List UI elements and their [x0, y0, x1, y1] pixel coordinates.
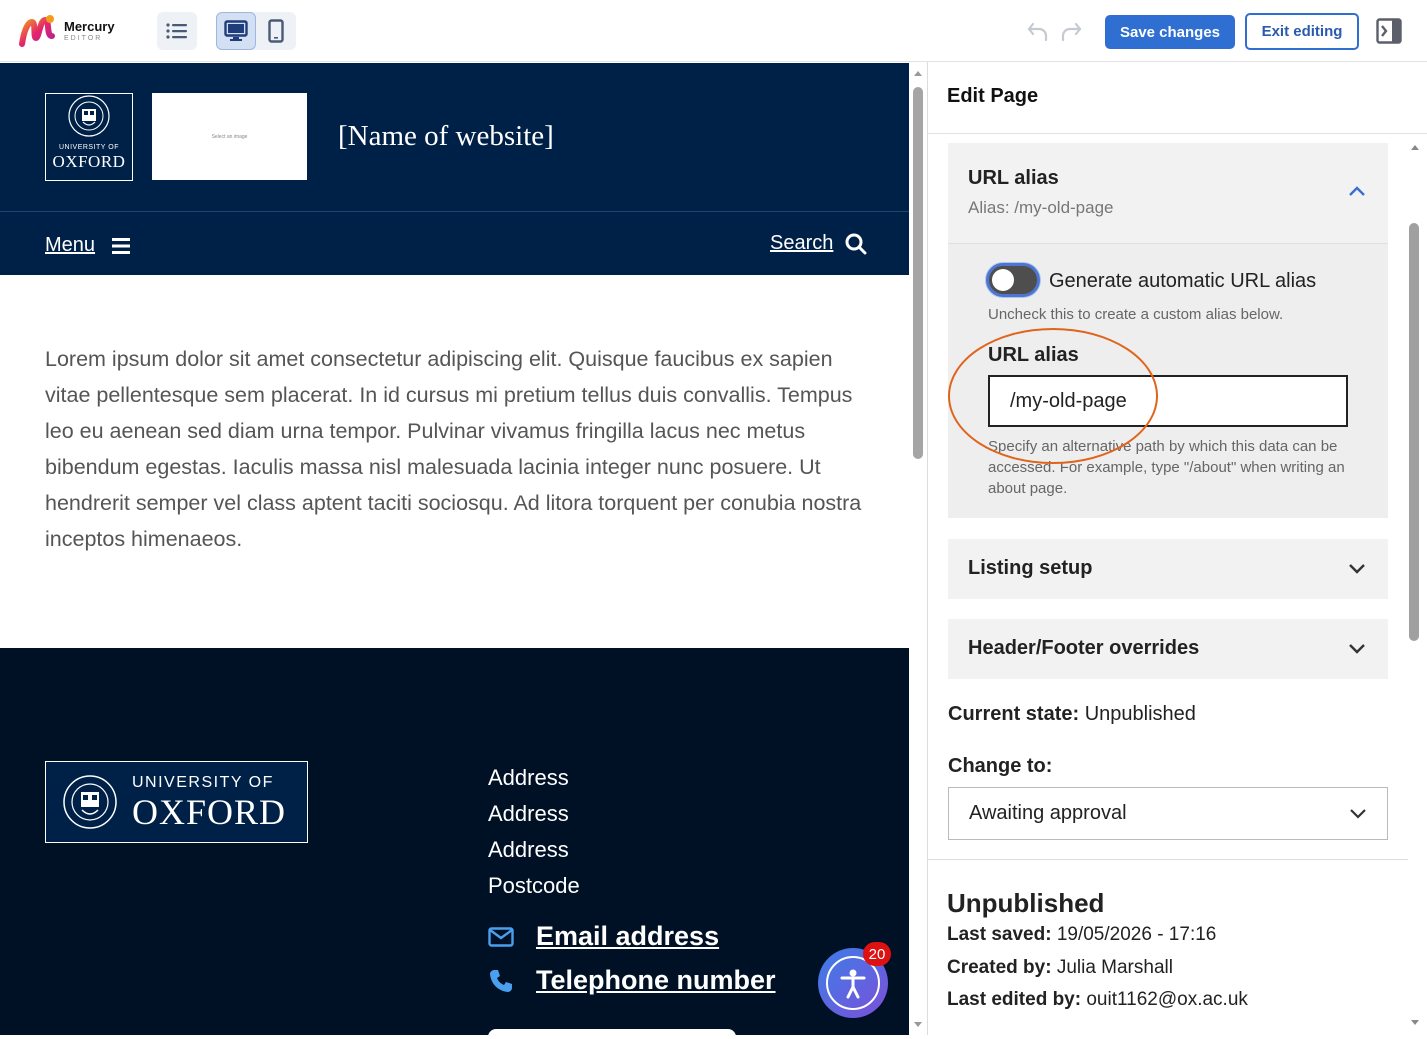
current-state: Current state: Unpublished	[948, 703, 1196, 726]
sidebar-toggle-icon[interactable]	[1376, 18, 1402, 44]
current-state-label: Current state:	[948, 703, 1080, 725]
url-alias-accordion[interactable]: URL alias Alias: /my-old-page	[948, 143, 1388, 243]
editor-toolbar: Mercury EDITOR Save changes Exit editing	[0, 0, 1427, 62]
sidebar-scrollbar[interactable]	[1409, 134, 1427, 1034]
status-title: Unpublished	[947, 888, 1105, 918]
accessibility-issue-count: 20	[863, 942, 891, 966]
footer-button-edge[interactable]	[488, 1029, 736, 1039]
sidebar-scroll-thumb[interactable]	[1409, 223, 1419, 641]
mercury-logo: Mercury EDITOR	[18, 12, 115, 50]
listing-setup-title: Listing setup	[968, 557, 1093, 579]
auto-alias-toggle[interactable]	[986, 263, 1040, 297]
menu-label: Menu	[45, 234, 96, 256]
divider	[928, 859, 1408, 860]
outline-button[interactable]	[157, 12, 197, 50]
undo-icon[interactable]	[1027, 20, 1049, 42]
created-by-label: Created by:	[947, 957, 1052, 978]
footer-oxford-logo[interactable]: UNIVERSITY OF OXFORD	[45, 761, 308, 843]
oxford-seal-icon	[63, 775, 117, 829]
telephone-link[interactable]: Telephone number	[488, 965, 776, 996]
last-edited-by: Last edited by: ouit1162@ox.ac.uk	[947, 989, 1248, 1011]
mercury-logo-icon	[19, 15, 55, 47]
change-to-select[interactable]: Awaiting approval	[948, 787, 1388, 840]
save-changes-button[interactable]: Save changes	[1105, 15, 1235, 49]
change-to-label: Change to:	[948, 755, 1053, 777]
url-alias-title: URL alias	[968, 167, 1059, 189]
url-alias-panel: Generate automatic URL alias Uncheck thi…	[948, 243, 1388, 518]
preview-scrollbar[interactable]	[909, 63, 927, 1035]
created-by: Created by: Julia Marshall	[947, 957, 1173, 979]
chevron-down-icon	[1350, 809, 1366, 819]
header-footer-title: Header/Footer overrides	[968, 637, 1200, 659]
page-preview: UNIVERSITY OF OXFORD Select an image [Na…	[0, 63, 909, 1035]
desktop-icon	[224, 20, 248, 41]
scroll-up-icon	[1411, 145, 1419, 150]
exit-editing-button[interactable]: Exit editing	[1245, 13, 1359, 50]
body-paragraph[interactable]: Lorem ipsum dolor sit amet consectetur a…	[45, 341, 865, 557]
url-alias-input[interactable]	[988, 375, 1348, 427]
last-edited-label: Last edited by:	[947, 989, 1082, 1010]
site-navigation: Menu Search	[0, 211, 909, 275]
app-name: Mercury	[64, 19, 115, 34]
last-saved-label: Last saved:	[947, 924, 1052, 945]
crest-big-text: OXFORD	[52, 152, 126, 171]
phone-icon	[490, 969, 512, 992]
preview-scroll-thumb[interactable]	[913, 87, 923, 459]
search-label: Search	[770, 232, 834, 254]
footer-logo-small: UNIVERSITY OF	[132, 774, 274, 791]
desktop-view-button[interactable]	[216, 12, 256, 50]
accessibility-icon	[840, 969, 866, 999]
tablet-icon	[268, 19, 284, 43]
search-link[interactable]: Search	[770, 232, 867, 255]
site-header: UNIVERSITY OF OXFORD Select an image [Na…	[0, 63, 909, 211]
email-label: Email address	[536, 921, 720, 951]
address-line: Address	[488, 837, 569, 862]
envelope-icon	[488, 926, 514, 947]
auto-alias-label: Generate automatic URL alias	[1049, 270, 1317, 292]
oxford-crest-logo[interactable]: UNIVERSITY OF OXFORD	[45, 93, 133, 181]
site-title[interactable]: [Name of website]	[338, 120, 554, 153]
tablet-view-button[interactable]	[256, 12, 296, 50]
hamburger-icon	[112, 237, 131, 254]
site-image-placeholder[interactable]: Select an image	[152, 93, 307, 180]
url-alias-help: Specify an alternative path by which thi…	[988, 438, 1345, 497]
scroll-down-icon	[914, 1022, 922, 1027]
chevron-down-icon	[1349, 564, 1365, 574]
telephone-label: Telephone number	[536, 965, 776, 995]
redo-icon[interactable]	[1060, 20, 1082, 42]
listing-setup-accordion[interactable]: Listing setup	[948, 539, 1388, 599]
address-line: Address	[488, 765, 569, 790]
last-saved-value: 19/05/2026 - 17:16	[1056, 924, 1217, 945]
chevron-up-icon	[1349, 186, 1365, 196]
header-footer-accordion[interactable]: Header/Footer overrides	[948, 619, 1388, 679]
last-edited-value: ouit1162@ox.ac.uk	[1086, 989, 1248, 1010]
auto-alias-help: Uncheck this to create a custom alias be…	[988, 306, 1284, 323]
scroll-up-icon	[914, 71, 922, 76]
current-state-value: Unpublished	[1084, 703, 1196, 725]
footer-logo-big: OXFORD	[132, 792, 287, 832]
created-by-value: Julia Marshall	[1056, 957, 1173, 978]
postcode-line: Postcode	[488, 873, 580, 898]
device-switcher	[216, 12, 296, 50]
chevron-down-icon	[1349, 644, 1365, 654]
last-saved: Last saved: 19/05/2026 - 17:16	[947, 924, 1216, 946]
menu-link[interactable]: Menu	[45, 234, 131, 257]
email-link[interactable]: Email address	[488, 921, 719, 952]
change-to-value: Awaiting approval	[969, 802, 1127, 824]
app-subtitle: EDITOR	[64, 35, 103, 42]
crest-small-text: UNIVERSITY OF	[58, 144, 120, 151]
oxford-seal-icon	[68, 95, 110, 137]
search-icon	[845, 233, 867, 254]
scroll-down-icon	[1411, 1020, 1419, 1025]
list-icon	[166, 23, 187, 39]
address-line: Address	[488, 801, 569, 826]
sidebar-title: Edit Page	[928, 62, 1427, 134]
url-alias-field-label: URL alias	[988, 344, 1079, 366]
edit-page-sidebar: Edit Page URL alias Alias: /my-old-page …	[927, 62, 1427, 1035]
url-alias-subtitle: Alias: /my-old-page	[968, 198, 1114, 217]
